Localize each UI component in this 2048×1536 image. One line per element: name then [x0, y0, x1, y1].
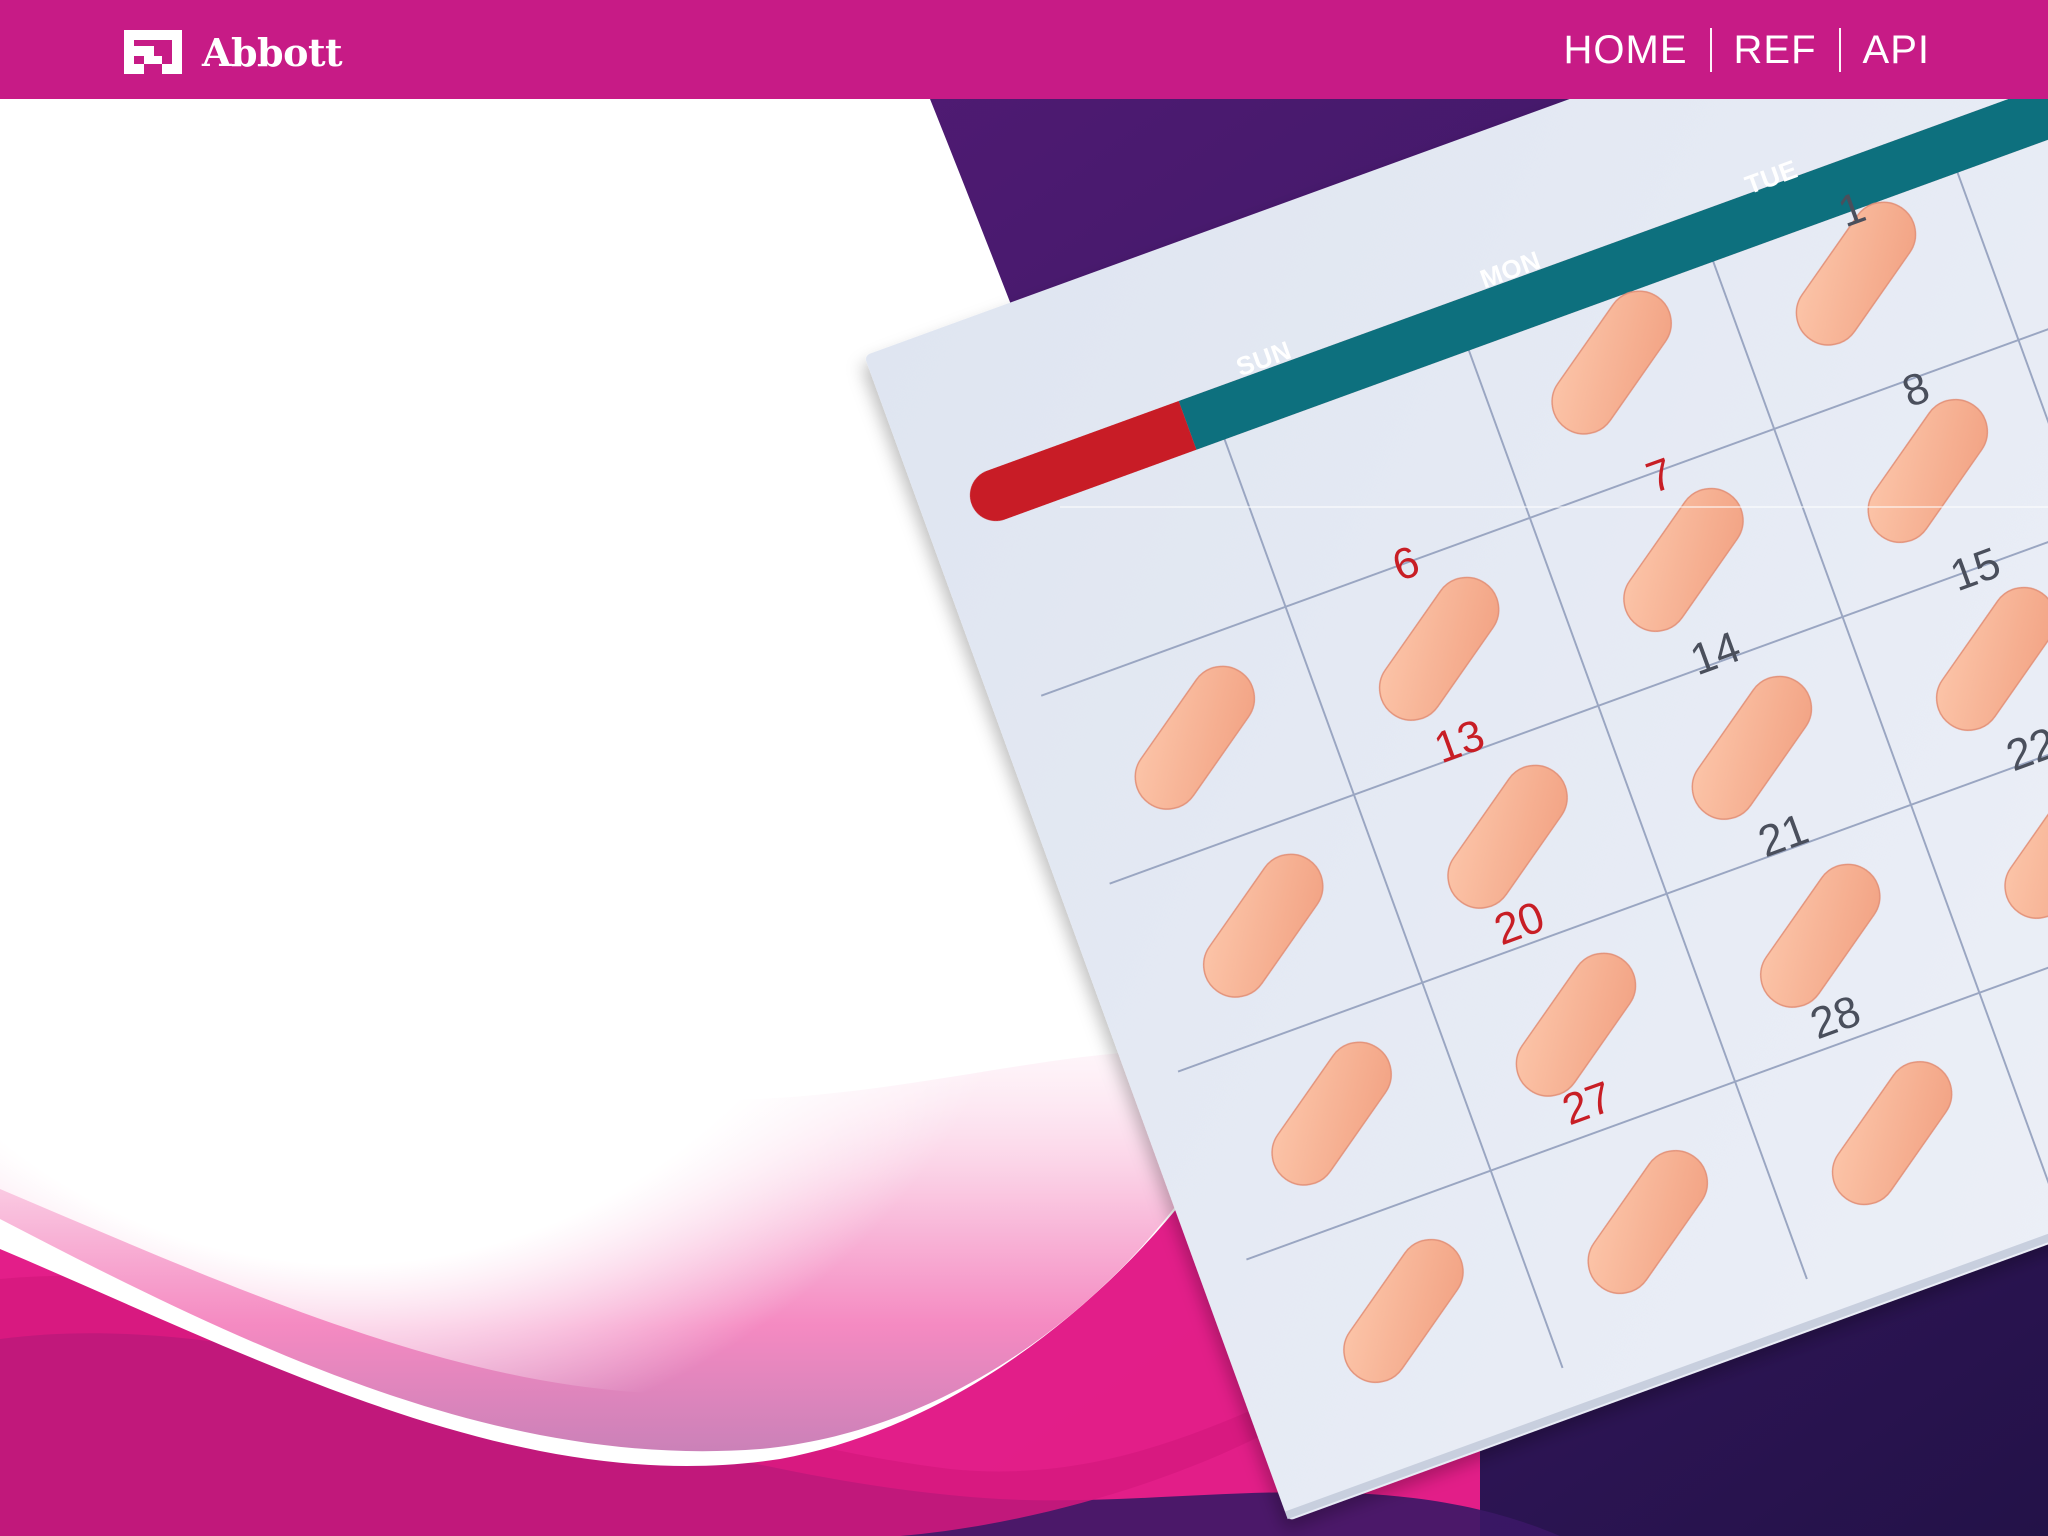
abbott-logo-icon — [124, 30, 182, 74]
hero-background — [0, 99, 2048, 1536]
nav-home-link[interactable]: HOME — [1564, 30, 1688, 70]
nav-divider — [1709, 27, 1712, 72]
abbott-logo[interactable]: Abbott — [118, 24, 343, 80]
main-nav: HOME REF API — [1564, 0, 1930, 99]
nav-api-link[interactable]: API — [1863, 30, 1930, 70]
hero-banner: SUN MON TUE 1 8 15 22 7 14 21 28 6 13 20… — [0, 99, 2048, 1536]
nav-divider — [1838, 27, 1841, 72]
brand-name: Abbott — [202, 29, 343, 75]
top-navigation-bar: Abbott HOME REF API — [0, 0, 2048, 99]
nav-ref-link[interactable]: REF — [1734, 30, 1817, 70]
